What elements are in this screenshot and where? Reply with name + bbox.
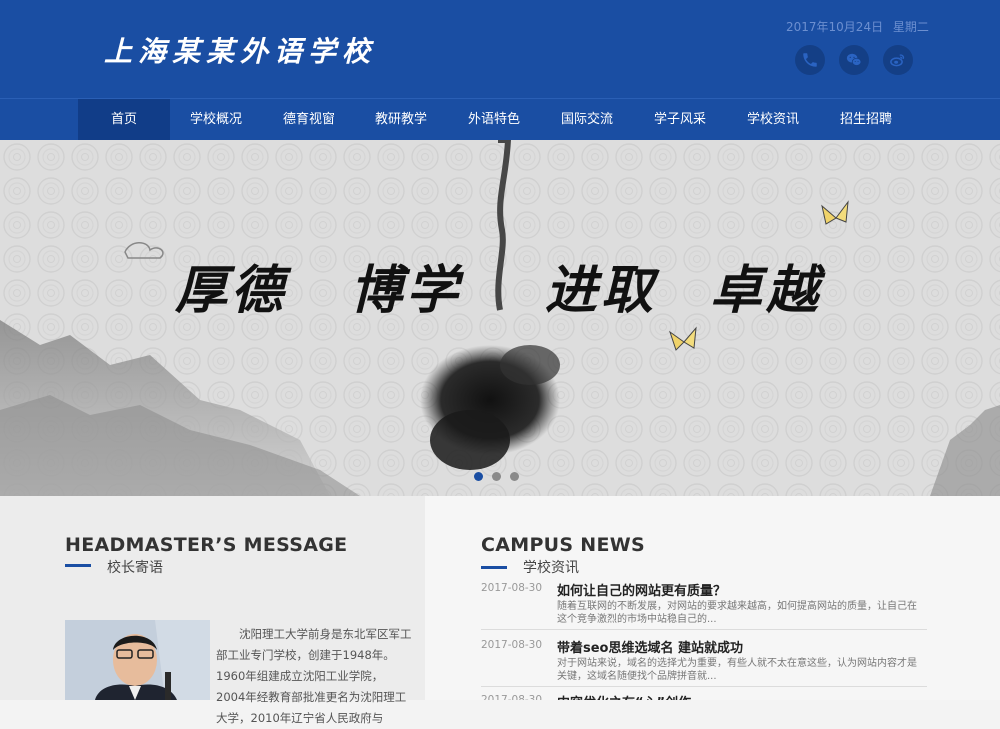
wechat-icon (846, 53, 862, 66)
news-item[interactable]: 2017-08-30 如何让自己的网站更有质量？ 随着互联网的不断发展，对网站的… (481, 580, 927, 630)
nav-item-admissions[interactable]: 招生招聘 (820, 99, 912, 141)
nav-item-school-overview[interactable]: 学校概况 (170, 99, 262, 141)
news-title: CAMPUS NEWS (481, 534, 646, 556)
news-headline[interactable]: 带着seo思维选域名 建站就成功 (557, 637, 743, 656)
phone-icon (803, 53, 817, 67)
ink-landscape-image (0, 140, 1000, 496)
nav-item-moral-education[interactable]: 德育视窗 (263, 99, 355, 141)
hero-banner[interactable]: 厚德 博学 进取 卓越 (0, 140, 1000, 496)
wechat-button[interactable] (839, 45, 869, 75)
phone-button[interactable] (795, 45, 825, 75)
site-header: 上海某某外语学校 2017年10月24日 星期二 (0, 0, 1000, 98)
slogan-word-4: 卓越 (710, 260, 823, 321)
nav-item-international[interactable]: 国际交流 (541, 99, 633, 141)
nav-item-language-features[interactable]: 外语特色 (448, 99, 540, 141)
weibo-button[interactable] (883, 45, 913, 75)
news-date: 2017-08-30 (481, 639, 543, 651)
slogan-word-3: 进取 (545, 260, 658, 321)
nav-item-teaching-research[interactable]: 教研教学 (355, 99, 447, 141)
carousel-dot[interactable] (510, 472, 519, 481)
news-headline[interactable]: 内容优化之有“心”创作 (557, 692, 691, 700)
news-subtitle: 学校资讯 (523, 560, 579, 576)
news-item[interactable]: 2017-08-30 带着seo思维选域名 建站就成功 对于网站来说，域名的选择… (481, 637, 927, 687)
nav-item-student-showcase[interactable]: 学子风采 (634, 99, 726, 141)
carousel-dot[interactable] (492, 472, 501, 481)
news-summary: 对于网站来说，域名的选择尤为重要，有些人就不太在意这些，认为网站内容才是关键，这… (557, 658, 917, 682)
date-display: 2017年10月24日 星期二 (786, 18, 935, 35)
site-logo[interactable]: 上海某某外语学校 (104, 30, 376, 70)
headmaster-message-text: 沈阳理工大学前身是东北军区军工部工业专门学校，创建于1948年。1960年组建成… (216, 627, 412, 725)
current-date: 2017年10月24日 (786, 20, 884, 34)
carousel-dot[interactable] (474, 472, 483, 481)
nav-item-home[interactable]: 首页 (78, 99, 170, 141)
news-headline[interactable]: 如何让自己的网站更有质量？ (557, 580, 726, 599)
title-accent-bar (481, 566, 507, 569)
news-summary: 随着互联网的不断发展，对网站的要求越来越高，如何提高网站的质量，让自己在这个竞争… (557, 601, 917, 625)
slogan-word-2: 博学 (350, 260, 463, 321)
headmaster-title: HEADMASTER’S MESSAGE (65, 534, 348, 556)
news-date: 2017-08-30 (481, 694, 543, 700)
news-date: 2017-08-30 (481, 582, 543, 594)
nav-item-school-news[interactable]: 学校资讯 (727, 99, 819, 141)
weibo-icon (890, 54, 905, 67)
news-item[interactable]: 2017-08-30 内容优化之有“心”创作 (481, 692, 927, 700)
headmaster-subtitle: 校长寄语 (107, 560, 163, 576)
carousel-dots (474, 472, 519, 481)
headmaster-photo[interactable] (65, 620, 210, 700)
slogan-word-1: 厚德 (175, 260, 288, 321)
title-accent-bar (65, 564, 91, 567)
main-nav: 首页 学校概况 德育视窗 教研教学 外语特色 国际交流 学子风采 学校资讯 招生… (0, 98, 1000, 141)
current-weekday: 星期二 (892, 20, 929, 34)
